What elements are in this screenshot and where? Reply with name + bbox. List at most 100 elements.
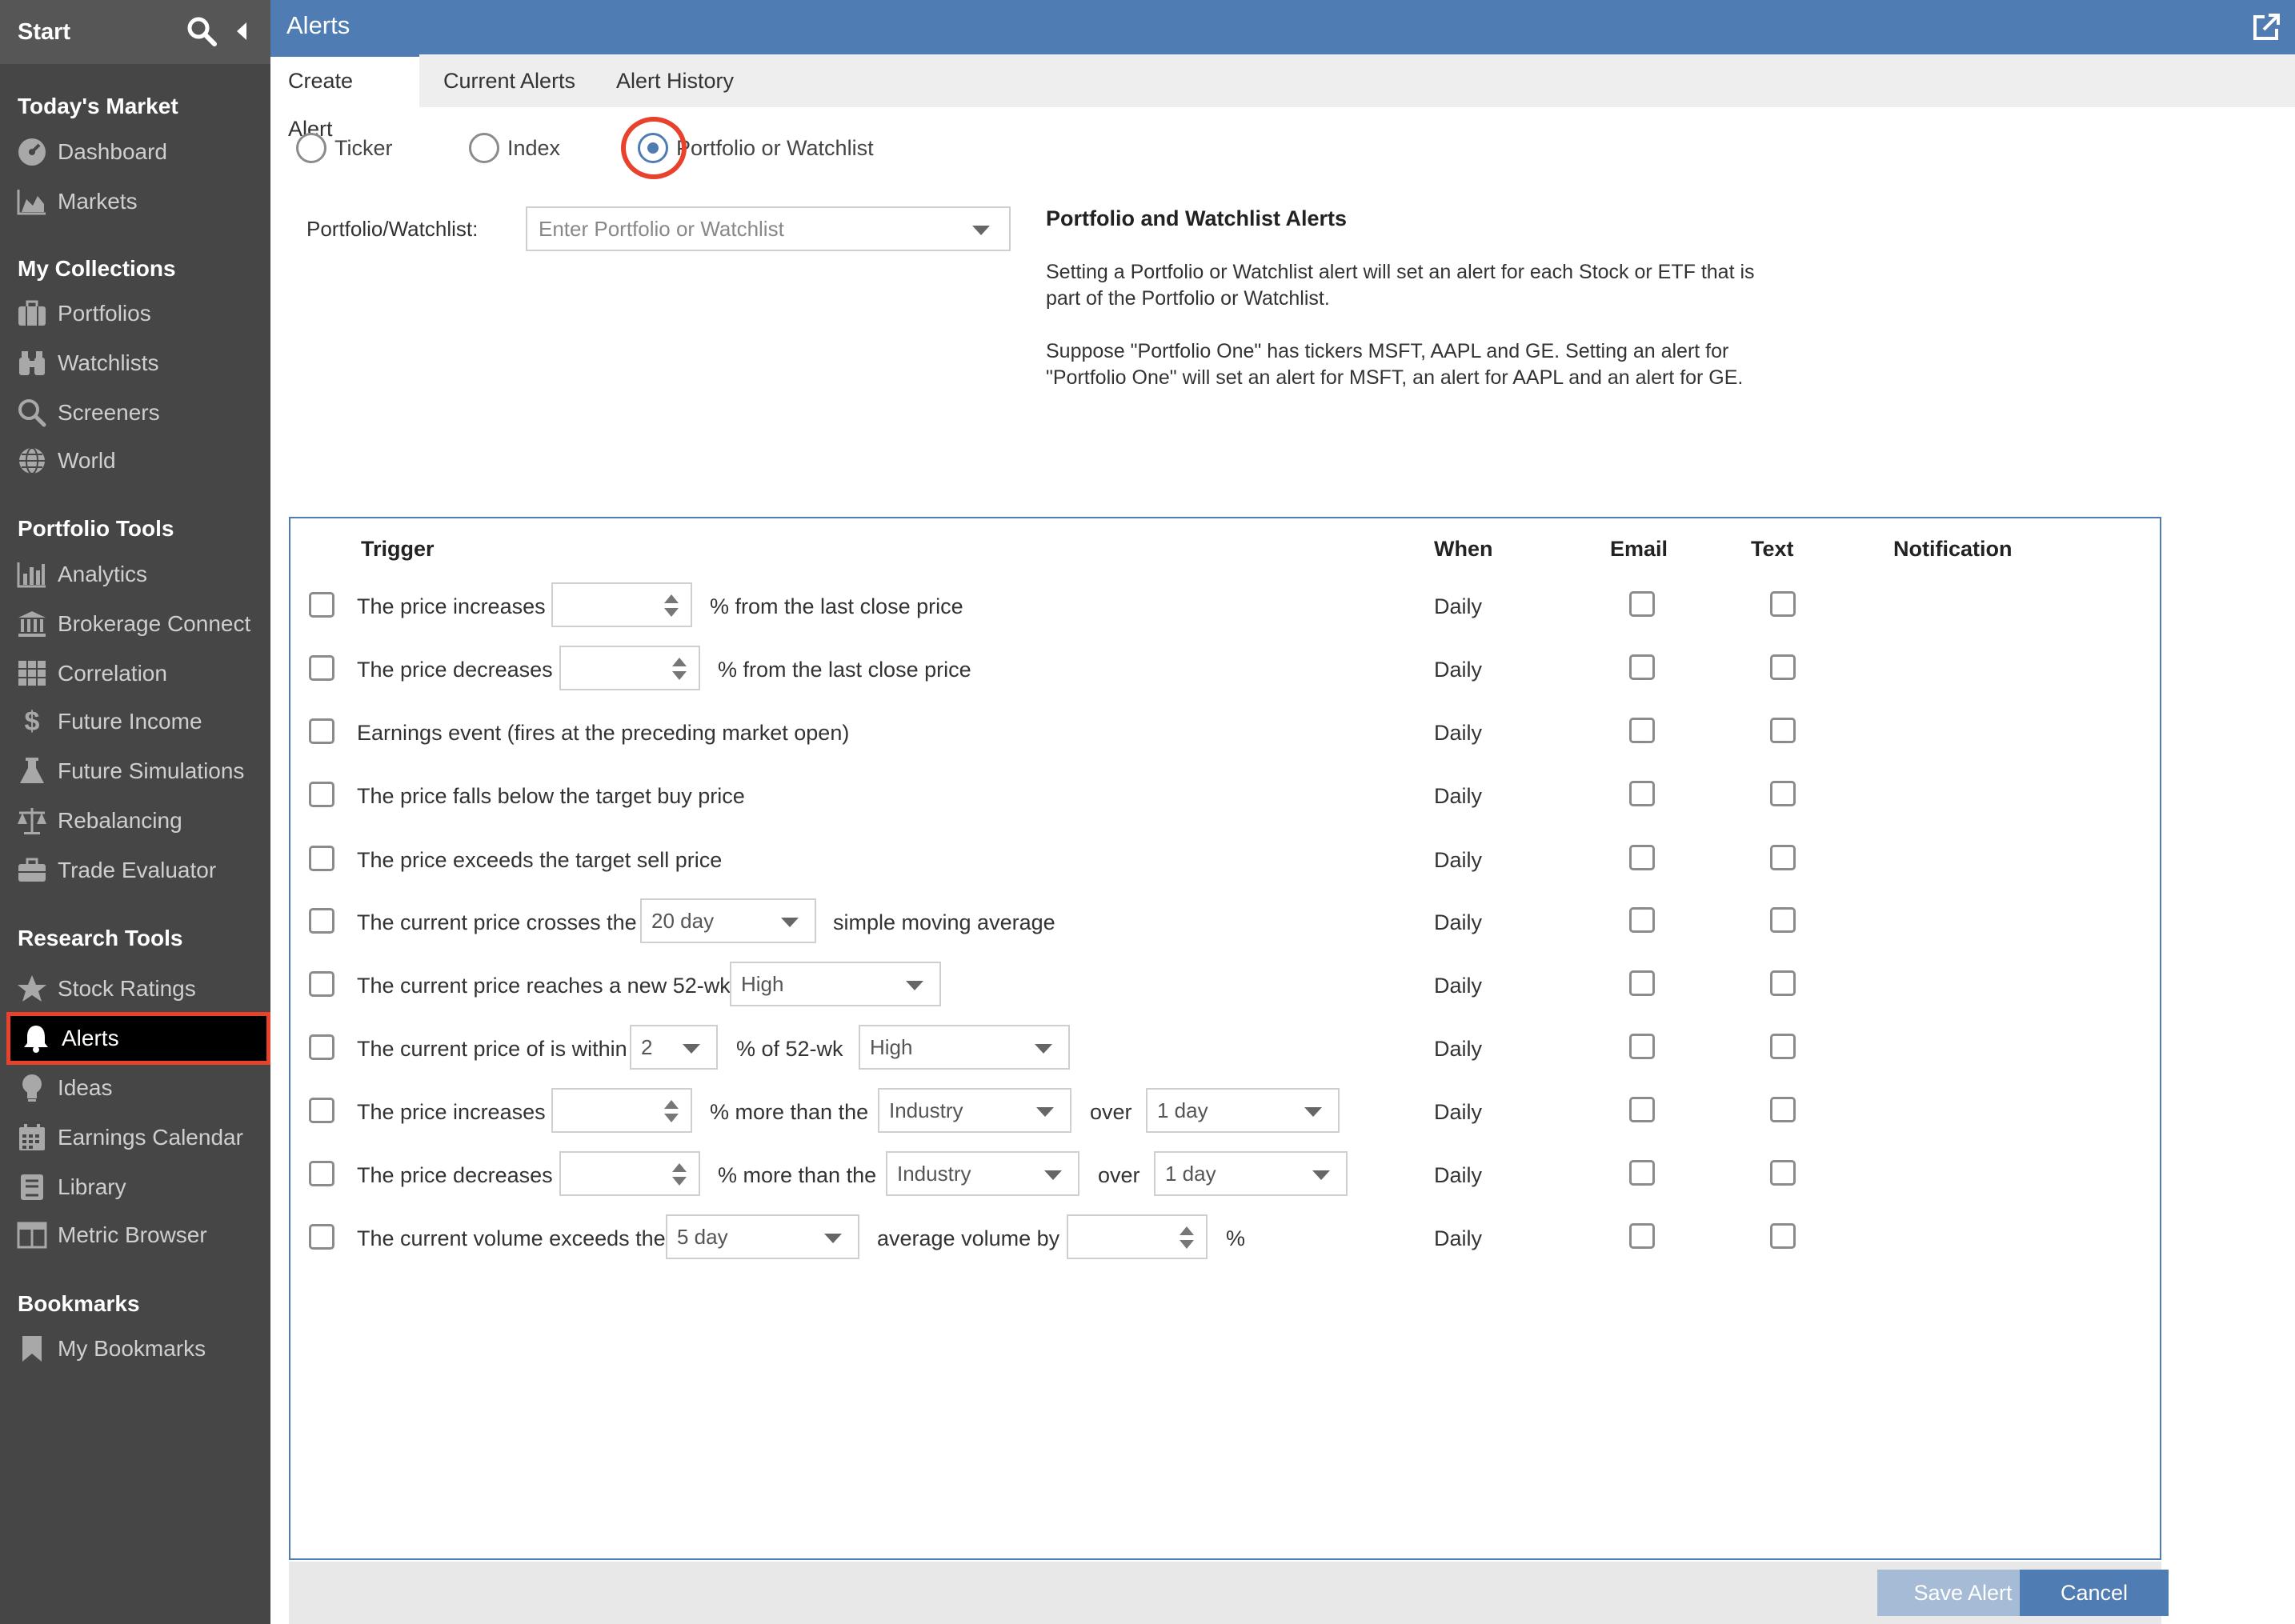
- row-checkbox[interactable]: [309, 1098, 334, 1123]
- sidebar-item-earnings-calendar[interactable]: Earnings Calendar: [0, 1115, 270, 1160]
- email-checkbox[interactable]: [1629, 1160, 1655, 1186]
- tab-current-alerts[interactable]: Current Alerts: [426, 54, 593, 107]
- info-paragraph: Setting a Portfolio or Watchlist alert w…: [1046, 261, 1755, 283]
- sidebar-item-stock-ratings[interactable]: Stock Ratings: [0, 966, 270, 1011]
- percent-spinner[interactable]: [559, 1151, 700, 1196]
- volume-period-select[interactable]: 5 day: [666, 1214, 859, 1259]
- email-checkbox[interactable]: [1629, 970, 1655, 996]
- row-checkbox[interactable]: [309, 782, 334, 807]
- high-low-select[interactable]: High: [730, 962, 941, 1006]
- sidebar-item-label: Earnings Calendar: [58, 1125, 243, 1150]
- percent-spinner[interactable]: [559, 646, 700, 690]
- text-checkbox[interactable]: [1770, 970, 1796, 996]
- trigger-suffix: simple moving average: [833, 910, 1055, 934]
- text-checkbox[interactable]: [1770, 1034, 1796, 1059]
- text-checkbox[interactable]: [1770, 1097, 1796, 1122]
- sidebar-item-markets[interactable]: Markets: [0, 179, 270, 224]
- sidebar-item-label: My Bookmarks: [58, 1336, 206, 1361]
- spinner-arrows-icon[interactable]: [663, 1098, 679, 1124]
- comparison-select[interactable]: Industry: [886, 1151, 1079, 1196]
- text-checkbox[interactable]: [1770, 591, 1796, 617]
- volume-percent-spinner[interactable]: [1067, 1214, 1208, 1259]
- sidebar-item-library[interactable]: Library: [0, 1165, 270, 1210]
- percent-spinner[interactable]: [551, 582, 692, 627]
- start-link[interactable]: Start: [18, 19, 70, 46]
- spinner-arrows-icon[interactable]: [671, 656, 687, 682]
- sidebar-item-watchlists[interactable]: Watchlists: [0, 341, 270, 386]
- info-paragraph: part of the Portfolio or Watchlist.: [1046, 287, 1330, 310]
- email-checkbox[interactable]: [1629, 845, 1655, 870]
- email-checkbox[interactable]: [1629, 1097, 1655, 1122]
- sidebar-item-correlation[interactable]: Correlation: [0, 651, 270, 696]
- portfolio-watchlist-select[interactable]: Enter Portfolio or Watchlist: [526, 206, 1011, 251]
- spinner-arrows-icon[interactable]: [671, 1162, 687, 1187]
- spinner-arrows-icon[interactable]: [663, 593, 679, 618]
- row-checkbox[interactable]: [309, 1034, 334, 1060]
- text-checkbox[interactable]: [1770, 1160, 1796, 1186]
- row-checkbox[interactable]: [309, 846, 334, 871]
- sidebar-item-analytics[interactable]: Analytics: [0, 552, 270, 597]
- sidebar-item-world[interactable]: World: [0, 438, 270, 483]
- sidebar-item-future-simulations[interactable]: Future Simulations: [0, 749, 270, 794]
- email-checkbox[interactable]: [1629, 907, 1655, 933]
- sidebar-item-alerts[interactable]: Alerts: [6, 1012, 270, 1065]
- select-value: Industry: [889, 1098, 963, 1122]
- collapse-sidebar-icon[interactable]: [234, 21, 250, 42]
- columns-icon: [16, 1219, 48, 1251]
- cancel-button[interactable]: Cancel: [2020, 1570, 2169, 1616]
- email-checkbox[interactable]: [1629, 718, 1655, 743]
- search-icon[interactable]: [186, 15, 218, 47]
- sidebar-item-metric-browser[interactable]: Metric Browser: [0, 1213, 270, 1258]
- chevron-down-icon: [781, 918, 799, 927]
- trigger-label: The price increases: [357, 594, 546, 618]
- email-checkbox[interactable]: [1629, 1034, 1655, 1059]
- row-checkbox[interactable]: [309, 655, 334, 681]
- tab-alert-history[interactable]: Alert History: [599, 54, 751, 107]
- sidebar-item-trade-evaluator[interactable]: Trade Evaluator: [0, 848, 270, 893]
- sidebar-item-brokerage-connect[interactable]: Brokerage Connect: [0, 602, 270, 646]
- scale-icon: [16, 805, 48, 837]
- row-checkbox[interactable]: [309, 908, 334, 934]
- text-checkbox[interactable]: [1770, 1223, 1796, 1249]
- period-select[interactable]: 1 day: [1146, 1088, 1340, 1133]
- row-checkbox[interactable]: [309, 718, 334, 744]
- radio-circle[interactable]: [296, 133, 326, 163]
- text-checkbox[interactable]: [1770, 845, 1796, 870]
- text-checkbox[interactable]: [1770, 718, 1796, 743]
- row-checkbox[interactable]: [309, 1224, 334, 1250]
- sidebar-item-my-bookmarks[interactable]: My Bookmarks: [0, 1326, 270, 1371]
- sidebar-item-label: Trade Evaluator: [58, 858, 217, 882]
- row-checkbox[interactable]: [309, 592, 334, 618]
- sidebar-item-dashboard[interactable]: Dashboard: [0, 130, 270, 174]
- radio-index[interactable]: Index: [469, 133, 560, 163]
- email-checkbox[interactable]: [1629, 591, 1655, 617]
- email-checkbox[interactable]: [1629, 781, 1655, 806]
- chevron-down-icon: [1304, 1107, 1322, 1117]
- percent-within-select[interactable]: 2: [630, 1025, 718, 1070]
- sidebar-item-label: Alerts: [62, 1026, 119, 1050]
- dollar-icon: $: [24, 706, 40, 737]
- row-checkbox[interactable]: [309, 971, 334, 997]
- period-select[interactable]: 1 day: [1154, 1151, 1348, 1196]
- radio-circle[interactable]: [469, 133, 499, 163]
- spinner-arrows-icon[interactable]: [1179, 1225, 1195, 1250]
- text-checkbox[interactable]: [1770, 781, 1796, 806]
- external-link-icon[interactable]: [2252, 13, 2281, 42]
- email-checkbox[interactable]: [1629, 654, 1655, 680]
- email-checkbox[interactable]: [1629, 1223, 1655, 1249]
- sidebar-item-future-income[interactable]: $ Future Income: [0, 699, 270, 744]
- radio-ticker[interactable]: Ticker: [296, 133, 393, 163]
- text-checkbox[interactable]: [1770, 907, 1796, 933]
- sidebar-item-rebalancing[interactable]: Rebalancing: [0, 798, 270, 843]
- percent-spinner[interactable]: [551, 1088, 692, 1133]
- comparison-select[interactable]: Industry: [878, 1088, 1071, 1133]
- text-checkbox[interactable]: [1770, 654, 1796, 680]
- sma-period-select[interactable]: 20 day: [640, 898, 816, 943]
- high-low-select[interactable]: High: [859, 1025, 1070, 1070]
- trigger-over: over: [1090, 1100, 1132, 1124]
- sidebar-item-ideas[interactable]: Ideas: [0, 1066, 270, 1110]
- tab-create-alert[interactable]: Create Alert: [270, 54, 419, 141]
- sidebar-item-portfolios[interactable]: Portfolios: [0, 291, 270, 336]
- sidebar-item-screeners[interactable]: Screeners: [0, 390, 270, 435]
- row-checkbox[interactable]: [309, 1161, 334, 1186]
